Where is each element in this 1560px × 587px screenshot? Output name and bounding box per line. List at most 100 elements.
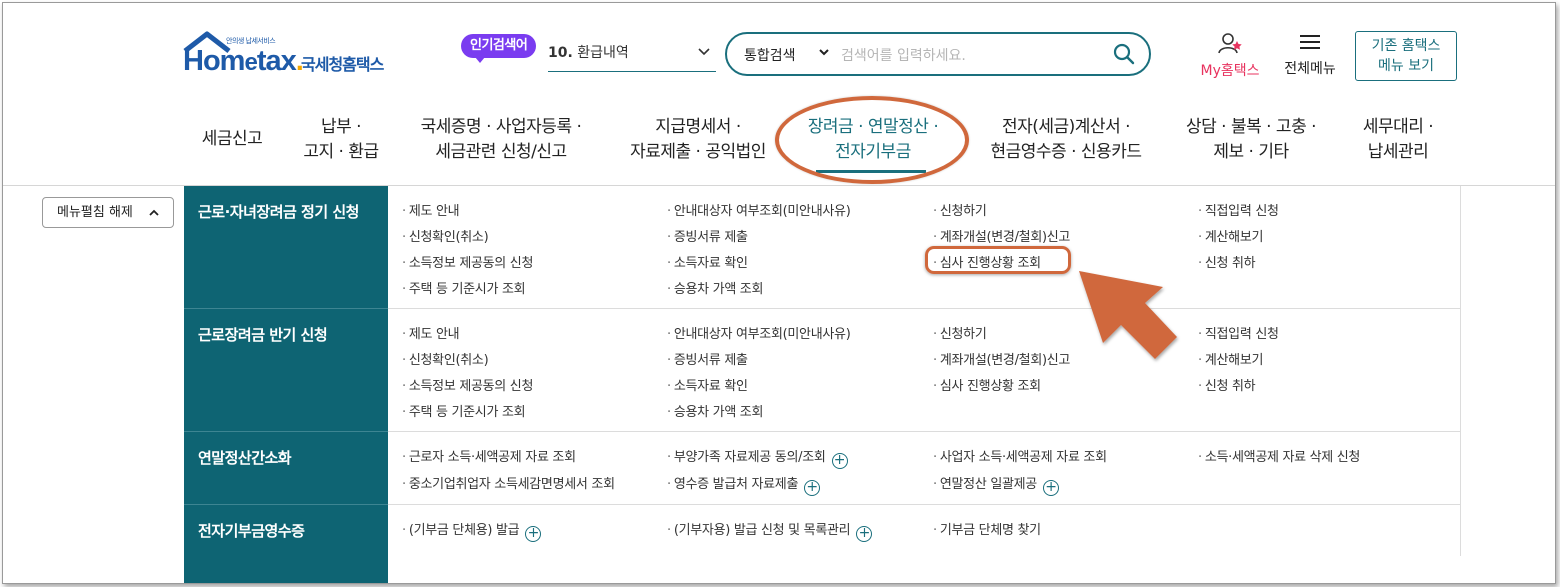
all-menu-label: 전체메뉴 <box>1284 61 1336 77</box>
my-hometax-button[interactable]: My홈택스 <box>1196 32 1264 80</box>
menu-fold-toggle-button[interactable]: 메뉴펼침 해제 <box>42 197 174 228</box>
hamburger-icon <box>1300 35 1320 49</box>
menu-link[interactable]: · 제도 안내 <box>402 323 460 342</box>
menu-link[interactable]: · 주택 등 기준시가 조회 <box>402 401 526 420</box>
menu-link[interactable]: · 안내대상자 여부조회(미안내사유) <box>667 200 851 219</box>
menu-link[interactable]: · 기부금 단체명 찾기 <box>933 519 1041 538</box>
gnb-tax-filing[interactable]: 세금신고 <box>199 127 265 152</box>
gnb-label: 납부 · <box>320 117 362 137</box>
gnb-certificates[interactable]: 국세증명 · 사업자등록 · 세금관련 신청/신고 <box>415 115 587 165</box>
gnb-label: 국세증명 · 사업자등록 · <box>420 117 582 137</box>
category-title[interactable]: 근로장려금 반기 신청 <box>198 324 328 345</box>
gnb-label: 제보 · 기타 <box>1213 142 1289 162</box>
search-box[interactable]: 통합검색 검색어를 입력하세요. <box>725 32 1151 76</box>
menu-link[interactable]: · 직접입력 신청 <box>1198 200 1279 219</box>
expand-plus-icon[interactable]: + <box>1042 480 1059 496</box>
menu-link[interactable]: · 승용차 가액 조회 <box>667 401 763 420</box>
menu-link[interactable]: · 신청하기 <box>933 323 987 342</box>
logo-brand: Hometax. <box>183 45 304 77</box>
gnb-label: 전자(세금)계산서 · <box>1001 117 1131 137</box>
menu-fold-label: 메뉴펼침 해제 <box>57 205 133 220</box>
gnb-label: 지급명세서 · <box>655 117 741 137</box>
row-separator <box>388 308 1461 309</box>
legacy-menu-button[interactable]: 기존 홈택스 메뉴 보기 <box>1355 31 1457 81</box>
legacy-menu-line2: 메뉴 보기 <box>1378 58 1434 74</box>
category-title[interactable]: 전자기부금영수증 <box>198 520 305 541</box>
my-hometax-label: My홈택스 <box>1200 63 1260 79</box>
gnb-payment[interactable]: 납부 · 고지 · 환급 <box>299 115 383 165</box>
menu-link[interactable]: · 신청하기 <box>933 200 987 219</box>
menu-link[interactable]: · 소득정보 제공동의 신청 <box>402 252 533 271</box>
menu-link[interactable]: · 부양가족 자료제공 동의/조회 + <box>667 446 848 469</box>
menu-link[interactable]: · 신청확인(취소) <box>402 226 489 245</box>
chevron-down-icon <box>819 49 829 56</box>
gnb-consulting[interactable]: 상담 · 불복 · 고충 · 제보 · 기타 <box>1179 115 1323 165</box>
gnb-label: 현금영수증 · 신용카드 <box>990 142 1142 162</box>
menu-link[interactable]: · 승용차 가액 조회 <box>667 278 763 297</box>
popular-rank: 10. <box>548 45 573 61</box>
search-input[interactable]: 검색어를 입력하세요. <box>841 45 966 65</box>
hometax-logo[interactable]: 안의생 납세서비스 Hometax. 국세청홈택스 <box>183 31 403 81</box>
menu-link[interactable]: · 증빙서류 제출 <box>667 226 748 245</box>
menu-link[interactable]: · 주택 등 기준시가 조회 <box>402 278 526 297</box>
category-title[interactable]: 근로·자녀장려금 정기 신청 <box>198 201 359 222</box>
search-icon[interactable] <box>1112 42 1136 66</box>
menu-link[interactable]: · 소득자료 확인 <box>667 252 748 271</box>
menu-link[interactable]: · 사업자 소득·세액공제 자료 조회 <box>933 446 1107 465</box>
menu-link[interactable]: · 신청 취하 <box>1198 375 1256 394</box>
user-icon <box>1218 33 1242 54</box>
menu-link[interactable]: · 신청확인(취소) <box>402 349 489 368</box>
menu-link[interactable]: · (기부금 단체용) 발급 + <box>402 519 542 542</box>
expand-plus-icon[interactable]: + <box>856 526 873 542</box>
logo-korean-name: 국세청홈택스 <box>301 55 384 74</box>
row-separator <box>388 504 1461 505</box>
popular-term: 환급내역 <box>577 45 629 61</box>
category-separator <box>184 431 388 432</box>
gnb-label: 세금관련 신청/신고 <box>435 142 567 162</box>
gnb-statements[interactable]: 지급명세서 · 자료제출 · 공익법인 <box>625 115 771 165</box>
menu-link[interactable]: · 신청 취하 <box>1198 252 1256 271</box>
category-title[interactable]: 연말정산간소화 <box>198 447 292 468</box>
annotation-arrow-icon <box>1079 271 1177 359</box>
category-separator <box>184 308 388 309</box>
gnb-tax-agent[interactable]: 세무대리 · 납세관리 <box>1355 115 1441 165</box>
all-menu-button[interactable]: 전체메뉴 <box>1278 32 1342 78</box>
gnb-e-invoice[interactable]: 전자(세금)계산서 · 현금영수증 · 신용카드 <box>983 115 1149 165</box>
menu-link[interactable]: · 계좌개설(변경/철회)신고 <box>933 226 1070 245</box>
category-separator <box>184 504 388 505</box>
menu-link[interactable]: · 소득정보 제공동의 신청 <box>402 375 533 394</box>
menu-link[interactable]: · 연말정산 일괄제공 + <box>933 473 1059 496</box>
menu-link[interactable]: · 안내대상자 여부조회(미안내사유) <box>667 323 851 342</box>
menu-link[interactable]: · 근로자 소득·세액공제 자료 조회 <box>402 446 576 465</box>
expand-plus-icon[interactable]: + <box>525 526 542 542</box>
gnb-label: 세무대리 · <box>1362 117 1434 137</box>
expand-plus-icon[interactable]: + <box>804 480 821 496</box>
row-separator <box>388 431 1461 432</box>
popular-search-select[interactable]: 10. 환급내역 <box>548 39 716 72</box>
menu-link[interactable]: · 심사 진행상황 조회 <box>933 375 1041 394</box>
menu-right-border <box>1460 186 1461 556</box>
gnb-label: 고지 · 환급 <box>303 142 379 162</box>
menu-link[interactable]: · 계좌개설(변경/철회)신고 <box>933 349 1070 368</box>
menu-link[interactable]: · 소득·세액공제 자료 삭제 신청 <box>1198 446 1360 465</box>
annotation-ellipse <box>775 96 969 184</box>
menu-link[interactable]: · 제도 안내 <box>402 200 460 219</box>
menu-link[interactable]: · 계산해보기 <box>1198 226 1263 245</box>
menu-link[interactable]: · 중소기업취업자 소득세감면명세서 조회 <box>402 473 615 492</box>
menu-link[interactable]: · 계산해보기 <box>1198 349 1263 368</box>
menu-link[interactable]: · (기부자용) 발급 신청 및 목록관리 + <box>667 519 873 542</box>
gnb-label: 세금신고 <box>201 129 263 149</box>
expand-plus-icon[interactable]: + <box>831 453 848 469</box>
menu-link[interactable]: · 증빙서류 제출 <box>667 349 748 368</box>
gnb-label: 상담 · 불복 · 고충 · <box>1185 117 1317 137</box>
menu-link[interactable]: · 직접입력 신청 <box>1198 323 1279 342</box>
popular-search-badge: 인기검색어 <box>461 34 537 63</box>
search-scope-select[interactable]: 통합검색 <box>744 45 796 65</box>
chevron-up-icon <box>149 209 159 216</box>
chevron-down-icon <box>698 48 710 56</box>
annotation-highlight-box <box>925 246 1071 274</box>
menu-link[interactable]: · 소득자료 확인 <box>667 375 748 394</box>
gnb-label: 자료제출 · 공익법인 <box>630 142 766 162</box>
hometax-window: 안의생 납세서비스 Hometax. 국세청홈택스 인기검색어 10. 환급내역… <box>2 2 1556 584</box>
menu-link[interactable]: · 영수증 발급처 자료제출 + <box>667 473 821 496</box>
